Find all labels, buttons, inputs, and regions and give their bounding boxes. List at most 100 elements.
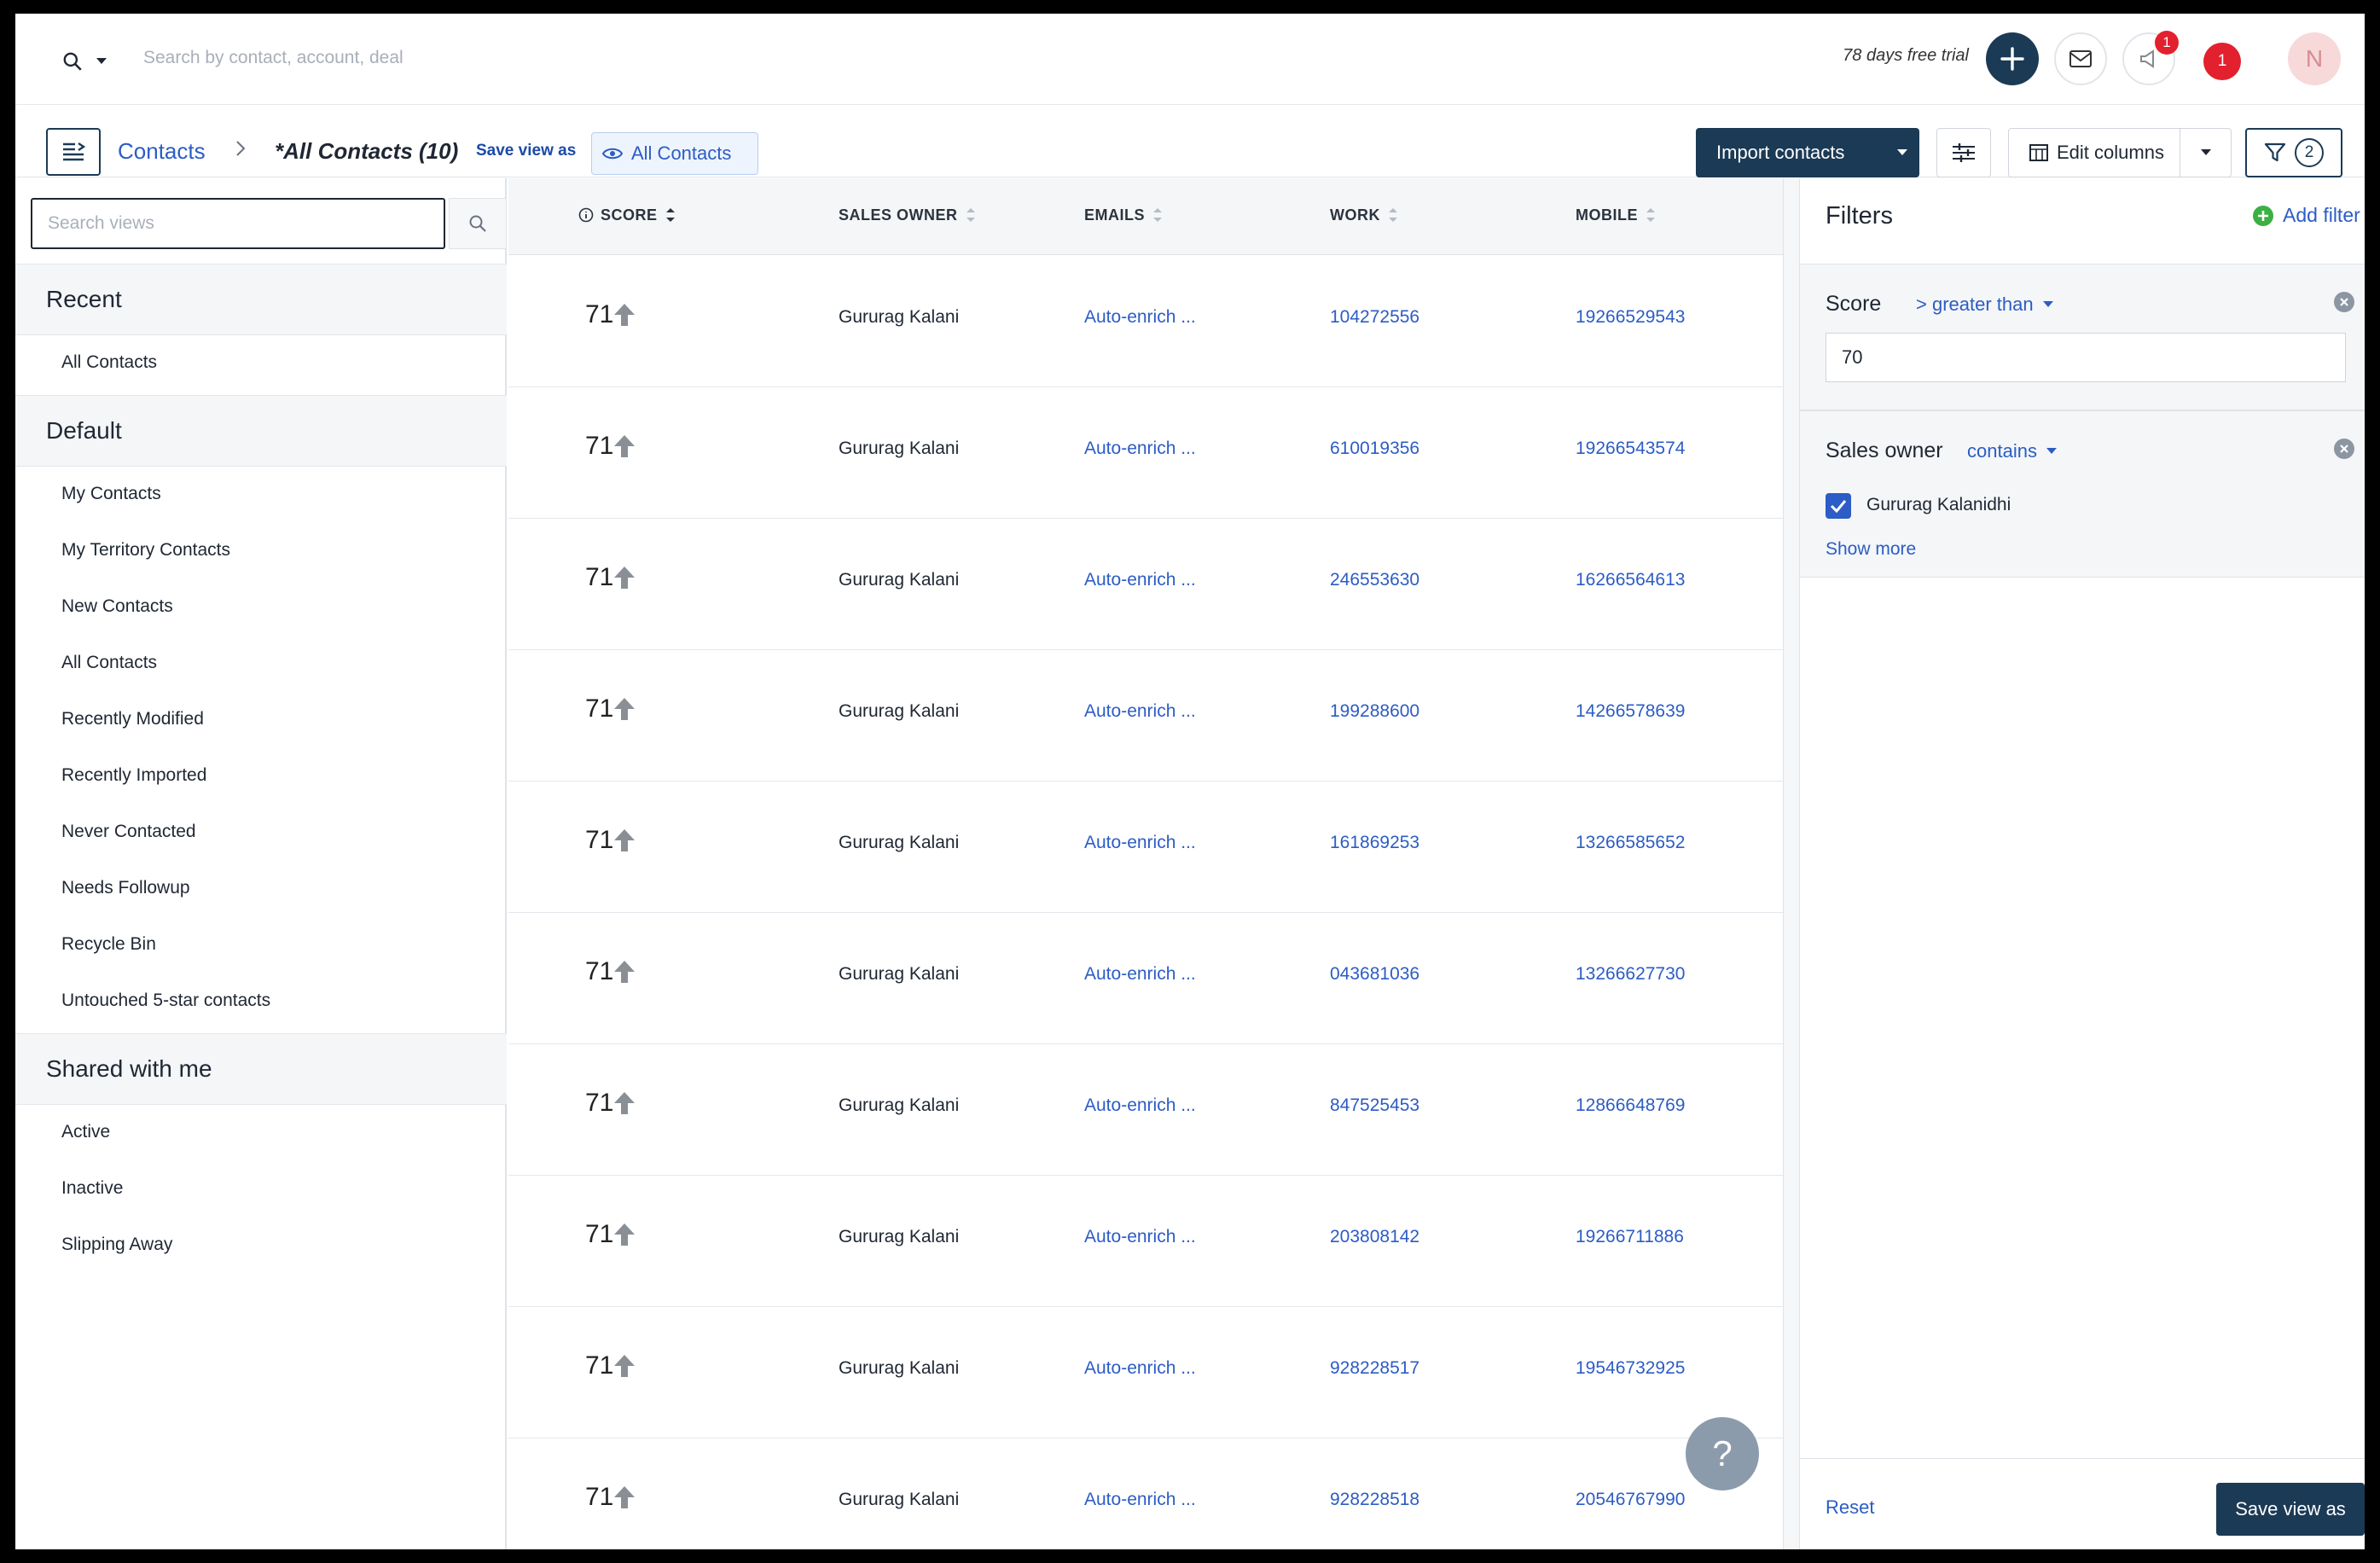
notifications-button[interactable]: 1	[2122, 31, 2179, 85]
table-row[interactable]: 71 Gururag Kalani Auto-enrich ... 246553…	[508, 519, 1783, 650]
email-button[interactable]	[2054, 32, 2107, 85]
alerts-button[interactable]: 1	[2203, 43, 2241, 80]
email-cell[interactable]: Auto-enrich ...	[1084, 1358, 1196, 1379]
view-item-my-territory-contacts[interactable]: My Territory Contacts	[61, 540, 230, 561]
view-item-inactive[interactable]: Inactive	[61, 1178, 123, 1199]
mobile-phone-link[interactable]: 19266543574	[1576, 439, 1685, 459]
table-row[interactable]: 71 Gururag Kalani Auto-enrich ... 043681…	[508, 913, 1783, 1044]
work-phone-link[interactable]: 161869253	[1330, 833, 1419, 853]
view-item-my-contacts[interactable]: My Contacts	[61, 484, 161, 504]
remove-sales-owner-filter-button[interactable]	[2334, 439, 2354, 459]
column-header-mobile[interactable]: MOBILE	[1576, 206, 1657, 224]
work-phone-link[interactable]: 610019356	[1330, 439, 1419, 459]
mobile-phone-link[interactable]: 19266711886	[1576, 1227, 1684, 1247]
sort-icon[interactable]	[1152, 206, 1164, 224]
view-item-needs-followup[interactable]: Needs Followup	[61, 878, 190, 898]
quick-add-button[interactable]	[1986, 32, 2039, 85]
global-search-input[interactable]	[143, 39, 911, 77]
help-button[interactable]: ?	[1686, 1417, 1759, 1490]
work-phone-link[interactable]: 246553630	[1330, 570, 1419, 590]
view-item-recently-modified[interactable]: Recently Modified	[61, 709, 204, 729]
work-phone-link[interactable]: 199288600	[1330, 701, 1419, 722]
view-item-all-contacts-recent[interactable]: All Contacts	[61, 352, 157, 373]
mobile-phone-link[interactable]: 13266627730	[1576, 964, 1685, 985]
view-item-recently-imported[interactable]: Recently Imported	[61, 765, 206, 786]
megaphone-icon	[2140, 49, 2154, 68]
column-header-sales-owner[interactable]: SALES OWNER	[839, 206, 977, 224]
reset-filters-link[interactable]: Reset	[1826, 1496, 1874, 1519]
score-value: 71	[585, 694, 614, 723]
column-header-emails[interactable]: EMAILS	[1084, 206, 1164, 224]
work-phone-link[interactable]: 928228518	[1330, 1490, 1419, 1510]
sales-owner-operator-dropdown[interactable]: contains	[1967, 440, 2058, 462]
view-item-active[interactable]: Active	[61, 1122, 110, 1142]
email-cell[interactable]: Auto-enrich ...	[1084, 964, 1196, 985]
view-item-recycle-bin[interactable]: Recycle Bin	[61, 934, 156, 955]
search-scope-toggle[interactable]	[61, 46, 130, 77]
plus-icon	[2000, 47, 2024, 71]
sort-descending-icon[interactable]	[665, 206, 676, 224]
mobile-phone-link[interactable]: 16266564613	[1576, 570, 1685, 590]
search-views-input[interactable]	[31, 198, 445, 249]
view-item-untouched-5-star[interactable]: Untouched 5-star contacts	[61, 991, 270, 1011]
filters-panel: Filters Add filter Score > greater than …	[1800, 178, 2365, 1549]
email-cell[interactable]: Auto-enrich ...	[1084, 833, 1196, 853]
import-contacts-button[interactable]: Import contacts	[1696, 128, 1919, 177]
work-phone-link[interactable]: 928228517	[1330, 1358, 1419, 1379]
remove-score-filter-button[interactable]	[2334, 292, 2354, 312]
mobile-phone-link[interactable]: 13266585652	[1576, 833, 1685, 853]
breadcrumb-contacts[interactable]: Contacts	[118, 138, 206, 165]
email-cell[interactable]: Auto-enrich ...	[1084, 701, 1196, 722]
column-header-score[interactable]: SCORE	[578, 206, 676, 224]
mobile-phone-link[interactable]: 14266578639	[1576, 701, 1685, 722]
work-phone-link[interactable]: 043681036	[1330, 964, 1419, 985]
filters-toggle-button[interactable]: 2	[2245, 128, 2342, 177]
sort-icon[interactable]	[1387, 206, 1399, 224]
view-item-never-contacted[interactable]: Never Contacted	[61, 822, 196, 842]
chevron-down-icon[interactable]	[1885, 128, 1919, 177]
view-visibility-chip[interactable]: All Contacts	[591, 132, 758, 175]
column-header-work[interactable]: WORK	[1330, 206, 1399, 224]
table-row[interactable]: 71 Gururag Kalani Auto-enrich ... 161869…	[508, 782, 1783, 913]
email-cell[interactable]: Auto-enrich ...	[1084, 439, 1196, 459]
email-cell[interactable]: Auto-enrich ...	[1084, 1095, 1196, 1116]
email-cell[interactable]: Auto-enrich ...	[1084, 1490, 1196, 1510]
table-row[interactable]: 71 Gururag Kalani Auto-enrich ... 203808…	[508, 1176, 1783, 1307]
table-row[interactable]: 71 Gururag Kalani Auto-enrich ... 928228…	[508, 1438, 1783, 1549]
view-item-slipping-away[interactable]: Slipping Away	[61, 1235, 172, 1255]
add-filter-button[interactable]: Add filter	[2252, 204, 2360, 227]
table-row[interactable]: 71 Gururag Kalani Auto-enrich ... 610019…	[508, 387, 1783, 519]
table-row[interactable]: 71 Gururag Kalani Auto-enrich ... 928228…	[508, 1307, 1783, 1438]
email-cell[interactable]: Auto-enrich ...	[1084, 570, 1196, 590]
score-value: 71	[585, 1483, 614, 1511]
mobile-phone-link[interactable]: 12866648769	[1576, 1095, 1685, 1116]
owner-checkbox[interactable]	[1826, 493, 1851, 519]
work-phone-link[interactable]: 847525453	[1330, 1095, 1419, 1116]
email-cell[interactable]: Auto-enrich ...	[1084, 307, 1196, 328]
search-views-button[interactable]	[449, 198, 507, 249]
chevron-down-icon[interactable]	[2180, 129, 2232, 177]
save-view-as-button[interactable]: Save view as	[2216, 1483, 2365, 1536]
view-item-new-contacts[interactable]: New Contacts	[61, 596, 173, 617]
work-phone-link[interactable]: 203808142	[1330, 1227, 1419, 1247]
show-more-link[interactable]: Show more	[1826, 539, 1916, 560]
mobile-phone-link[interactable]: 20546767990	[1576, 1490, 1685, 1510]
email-cell[interactable]: Auto-enrich ...	[1084, 1227, 1196, 1247]
display-settings-button[interactable]	[1936, 128, 1991, 177]
views-menu-toggle-button[interactable]	[46, 128, 101, 176]
mobile-phone-link[interactable]: 19546732925	[1576, 1358, 1685, 1379]
table-row[interactable]: 71 Gururag Kalani Auto-enrich ... 847525…	[508, 1044, 1783, 1176]
sort-icon[interactable]	[965, 206, 977, 224]
edit-columns-button[interactable]: Edit columns	[2008, 128, 2232, 177]
table-row[interactable]: 71 Gururag Kalani Auto-enrich ... 199288…	[508, 650, 1783, 782]
work-phone-link[interactable]: 104272556	[1330, 307, 1419, 328]
save-view-as-link[interactable]: Save view as	[476, 142, 576, 160]
close-icon	[2340, 298, 2348, 306]
avatar[interactable]: N	[2288, 32, 2341, 85]
table-row[interactable]: 71 Gururag Kalani Auto-enrich ... 104272…	[508, 256, 1783, 387]
score-value-input[interactable]	[1826, 333, 2346, 382]
score-operator-dropdown[interactable]: > greater than	[1916, 293, 2054, 316]
mobile-phone-link[interactable]: 19266529543	[1576, 307, 1685, 328]
view-item-all-contacts[interactable]: All Contacts	[61, 653, 157, 673]
sort-icon[interactable]	[1645, 206, 1657, 224]
